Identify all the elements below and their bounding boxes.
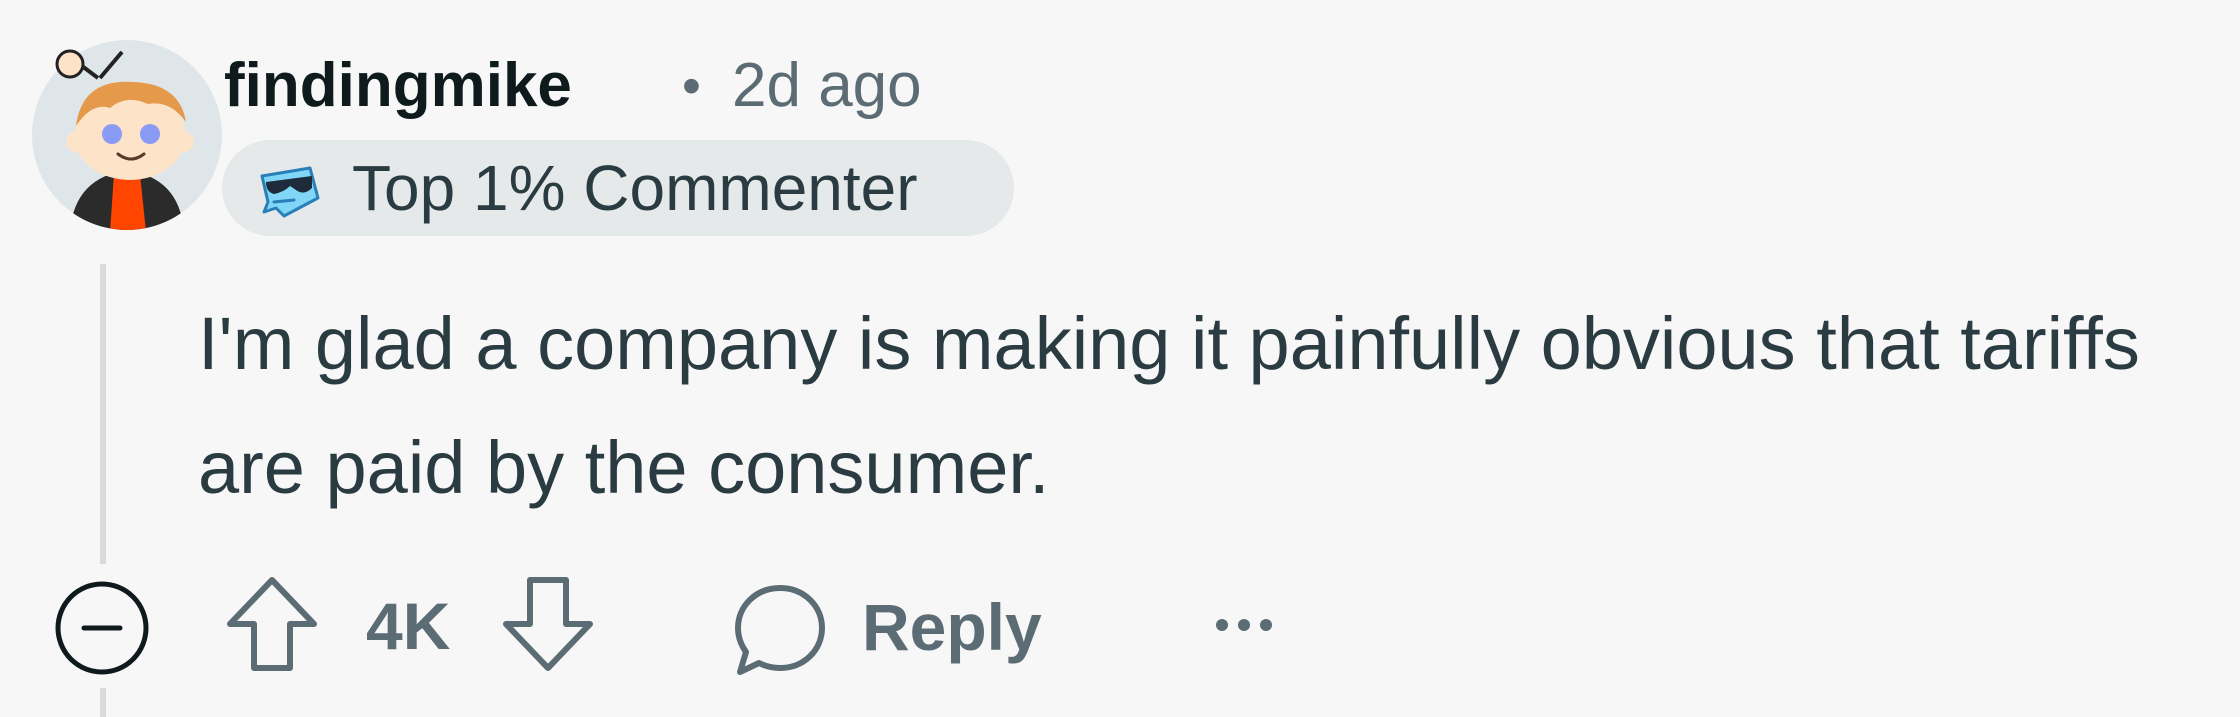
meta-separator: • [682, 56, 701, 116]
ellipsis-icon [1196, 619, 1292, 664]
vote-score: 4K [366, 589, 451, 663]
downvote-arrow-icon [498, 577, 598, 680]
downvote-button[interactable] [498, 572, 598, 676]
sunglasses-badge-icon [254, 162, 324, 222]
reply-button[interactable]: Reply [720, 570, 1060, 680]
minus-circle-icon [54, 581, 150, 680]
collapse-button[interactable] [54, 580, 150, 676]
avatar[interactable] [30, 38, 224, 232]
upvote-button[interactable] [222, 572, 322, 676]
comment-timestamp[interactable]: 2d ago [732, 48, 922, 124]
more-options-button[interactable] [1196, 590, 1292, 660]
thread-line-continuation[interactable] [100, 688, 106, 717]
flair-label: Top 1% Commenter [352, 152, 918, 224]
comment-body: I'm glad a company is making it painfull… [198, 302, 2140, 509]
upvote-arrow-icon [222, 577, 322, 680]
comment: findingmike • 2d ago Top 1% Commenter I'… [0, 0, 2240, 717]
user-flair: Top 1% Commenter [222, 140, 1014, 236]
reply-label: Reply [862, 590, 1042, 664]
comment-author[interactable]: findingmike [224, 48, 572, 124]
thread-line[interactable] [100, 264, 106, 564]
speech-bubble-icon [730, 580, 830, 680]
